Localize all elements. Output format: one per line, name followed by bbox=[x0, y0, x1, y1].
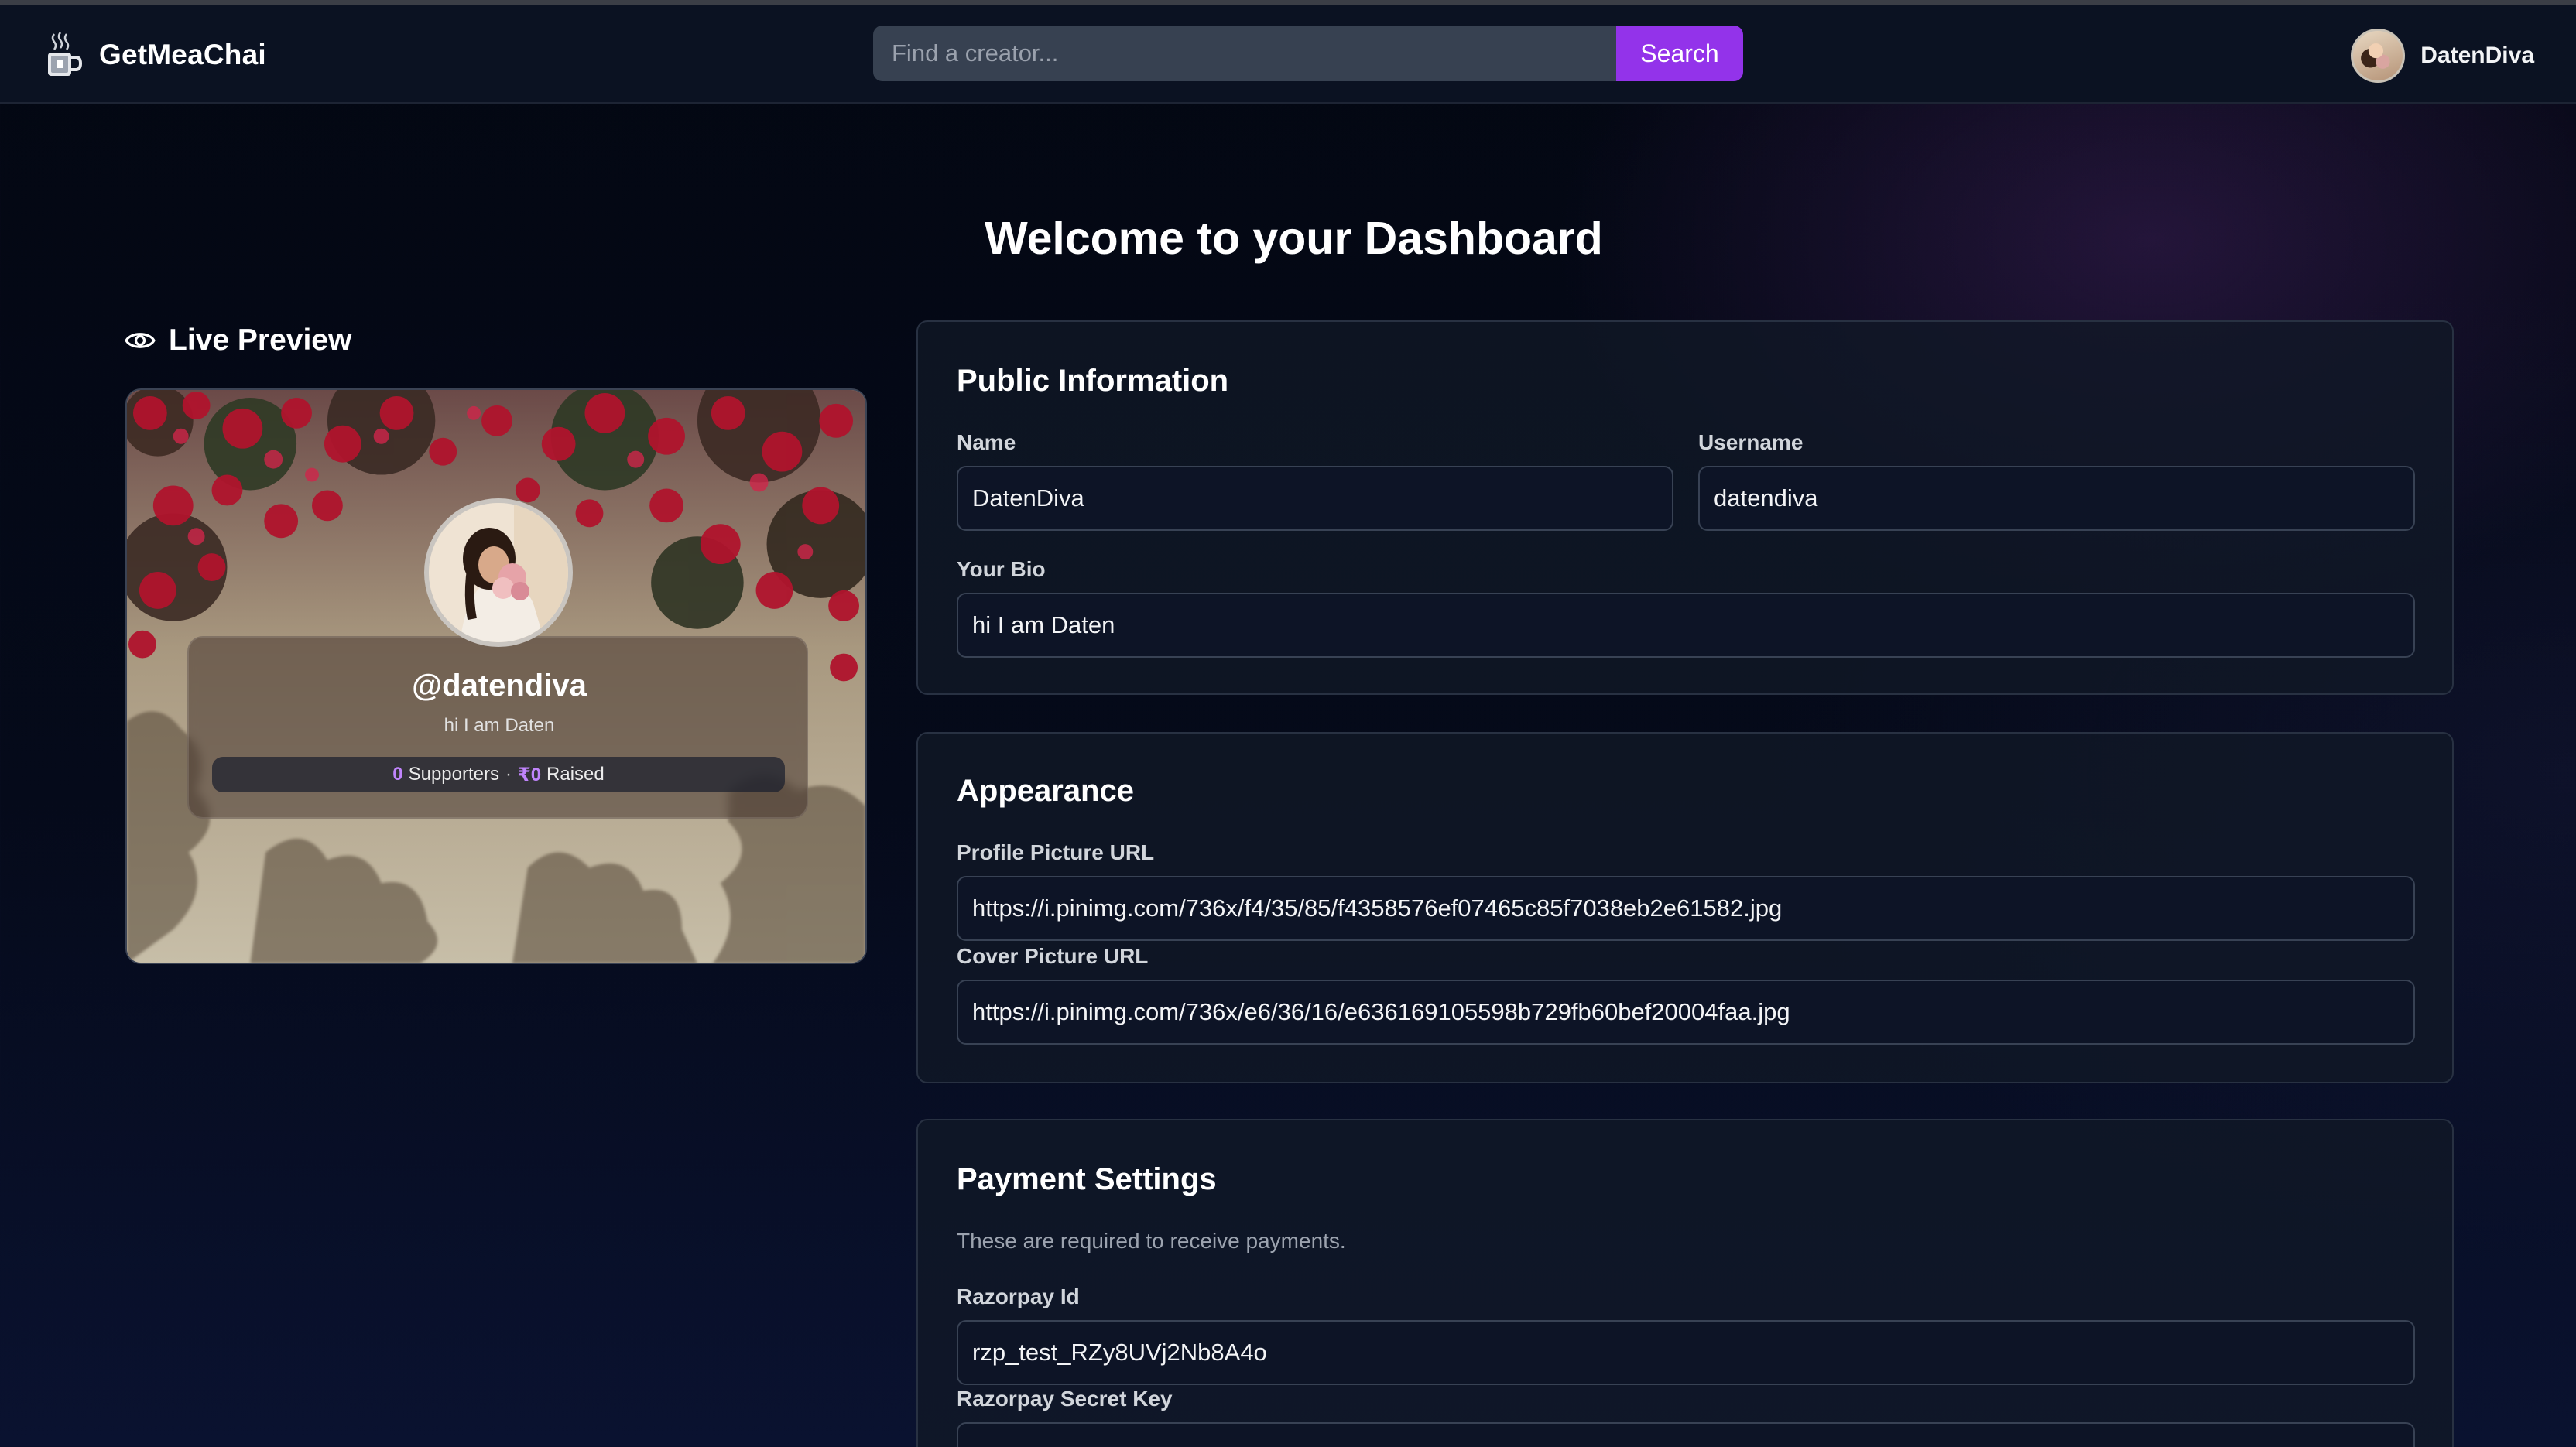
eye-icon bbox=[125, 333, 156, 348]
preview-handle: @datendiva bbox=[412, 669, 587, 703]
username-label: Username bbox=[1698, 430, 1804, 454]
avatar[interactable] bbox=[2351, 29, 2406, 83]
brand-link[interactable]: GetMeaChai bbox=[43, 28, 266, 82]
chai-cup-icon bbox=[48, 32, 83, 76]
razorpay-secret-label: Razorpay Secret Key bbox=[957, 1387, 1173, 1411]
payment-note: These are required to receive payments. bbox=[957, 1229, 1346, 1253]
profile-picture-url-field[interactable]: https://i.pinimg.com/736x/f4/35/85/f4358… bbox=[957, 876, 2415, 941]
navbar: GetMeaChai Search DatenDiva bbox=[0, 5, 2576, 104]
razorpay-secret-field[interactable] bbox=[957, 1422, 2415, 1447]
user-name: DatenDiva bbox=[2420, 43, 2534, 68]
search-bar: Search bbox=[873, 26, 1743, 81]
supporters-count: 0 bbox=[392, 764, 403, 785]
live-preview-title: Live Preview bbox=[169, 323, 352, 357]
name-label: Name bbox=[957, 430, 1016, 454]
raised-amount: ₹0 bbox=[518, 764, 542, 785]
raised-label: Raised bbox=[546, 764, 605, 785]
cover-picture-label: Cover Picture URL bbox=[957, 944, 1149, 968]
profile-photo bbox=[429, 503, 568, 642]
preview-bio: hi I am Daten bbox=[444, 715, 555, 736]
search-input[interactable] bbox=[873, 26, 1616, 81]
search-button[interactable]: Search bbox=[1616, 26, 1743, 81]
profile-info-panel: @datendiva hi I am Daten 0 Supporters · … bbox=[187, 636, 808, 819]
username-field[interactable]: datendiva bbox=[1698, 466, 2415, 531]
stats-pill: 0 Supporters · ₹0 Raised bbox=[212, 757, 785, 792]
profile-avatar bbox=[424, 498, 573, 647]
appearance-title: Appearance bbox=[957, 774, 1134, 808]
bio-field[interactable]: hi I am Daten bbox=[957, 593, 2415, 658]
profile-preview-card: @datendiva hi I am Daten 0 Supporters · … bbox=[125, 388, 867, 964]
public-info-card: Public Information Name DatenDiva Userna… bbox=[916, 320, 2454, 695]
stats-separator: · bbox=[505, 764, 512, 785]
profile-picture-label: Profile Picture URL bbox=[957, 840, 1155, 864]
razorpay-id-label: Razorpay Id bbox=[957, 1285, 1080, 1308]
appearance-card: Appearance Profile Picture URL https://i… bbox=[916, 732, 2454, 1083]
payment-settings-card: Payment Settings These are required to r… bbox=[916, 1119, 2454, 1447]
page-title: Welcome to your Dashboard bbox=[985, 213, 1603, 264]
name-field[interactable]: DatenDiva bbox=[957, 466, 1673, 531]
brand-name: GetMeaChai bbox=[99, 39, 266, 70]
bio-label: Your Bio bbox=[957, 557, 1046, 581]
live-preview-heading: Live Preview bbox=[124, 323, 351, 357]
cover-picture-url-field[interactable]: https://i.pinimg.com/736x/e6/36/16/e6361… bbox=[957, 980, 2415, 1045]
razorpay-id-field[interactable]: rzp_test_RZy8UVj2Nb8A4o bbox=[957, 1320, 2415, 1385]
supporters-label: Supporters bbox=[408, 764, 499, 785]
public-info-title: Public Information bbox=[957, 364, 1229, 398]
user-menu[interactable]: DatenDiva bbox=[2351, 29, 2534, 83]
payment-settings-title: Payment Settings bbox=[957, 1162, 1217, 1196]
